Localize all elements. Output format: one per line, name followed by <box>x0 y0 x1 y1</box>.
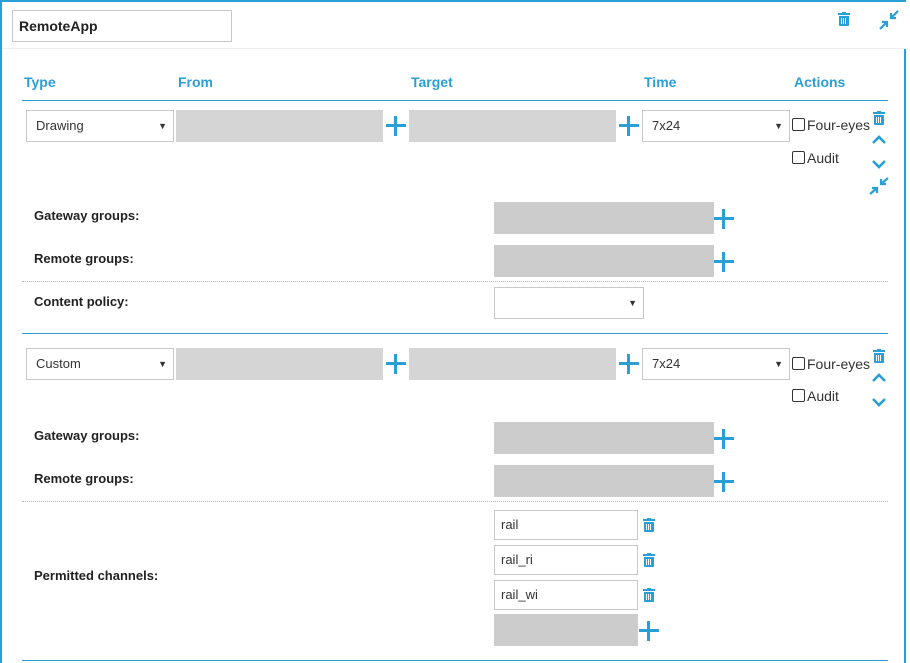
delete-channel-rail-wi-trash-icon[interactable] <box>643 588 655 602</box>
rule1-content-policy-select[interactable]: ▼ <box>494 287 644 319</box>
channel-input-rail-wi[interactable]: rail_wi <box>494 580 638 610</box>
rule1-content-policy-label: Content policy: <box>34 294 129 309</box>
rule1-add-remote-group-plus-icon[interactable] <box>714 252 734 272</box>
column-header-divider <box>22 100 888 101</box>
dropdown-arrow-icon: ▼ <box>774 359 783 369</box>
rule1-gateway-groups-label: Gateway groups: <box>34 208 140 223</box>
rule2-target-field[interactable] <box>409 348 616 380</box>
column-target: Target <box>411 74 453 90</box>
dropdown-arrow-icon: ▼ <box>774 121 783 131</box>
rule2-audit-checkbox[interactable]: Audit <box>792 388 839 404</box>
rule2-add-from-plus-icon[interactable] <box>386 354 406 374</box>
rule2-remote-groups-field[interactable] <box>494 465 714 497</box>
rule2-add-remote-group-plus-icon[interactable] <box>714 472 734 492</box>
collapse-policy-icon[interactable] <box>879 10 899 30</box>
rule2-gateway-groups-label: Gateway groups: <box>34 428 140 443</box>
policy-name-input[interactable] <box>12 10 232 42</box>
rule2-add-target-plus-icon[interactable] <box>619 354 639 374</box>
rule1-add-from-plus-icon[interactable] <box>386 116 406 136</box>
channel-input-rail-ri[interactable]: rail_ri <box>494 545 638 575</box>
rule1-remote-groups-label: Remote groups: <box>34 251 134 266</box>
rule-separator <box>22 333 888 334</box>
rule1-time-select[interactable]: 7x24 ▼ <box>642 110 790 142</box>
rule1-target-field[interactable] <box>409 110 616 142</box>
rule2-move-down-chevron-down-icon[interactable] <box>871 397 887 407</box>
rule1-move-up-chevron-up-icon[interactable] <box>871 135 887 145</box>
rule2-delete-trash-icon[interactable] <box>873 349 885 363</box>
rule1-four-eyes-checkbox[interactable]: Four-eyes <box>792 117 870 133</box>
rule1-from-field[interactable] <box>176 110 383 142</box>
rule2-type-select[interactable]: Custom ▼ <box>26 348 174 380</box>
rule1-remote-groups-field[interactable] <box>494 245 714 277</box>
dropdown-arrow-icon: ▼ <box>628 298 637 308</box>
rule2-divider <box>22 501 888 502</box>
rule2-bottom-divider <box>22 660 888 661</box>
column-actions: Actions <box>794 74 846 90</box>
add-channel-plus-icon[interactable] <box>639 621 659 641</box>
dropdown-arrow-icon: ▼ <box>158 359 167 369</box>
rule1-add-gateway-group-plus-icon[interactable] <box>714 209 734 229</box>
rule1-audit-checkbox[interactable]: Audit <box>792 150 839 166</box>
rule2-permitted-channels-label: Permitted channels: <box>34 568 159 583</box>
header-divider <box>2 48 906 49</box>
delete-channel-rail-trash-icon[interactable] <box>643 518 655 532</box>
rule2-gateway-groups-field[interactable] <box>494 422 714 454</box>
rule1-divider <box>22 281 888 282</box>
column-from: From <box>178 74 213 90</box>
rule1-add-target-plus-icon[interactable] <box>619 116 639 136</box>
new-channel-field[interactable] <box>494 614 638 646</box>
rule1-collapse-icon[interactable] <box>869 177 889 195</box>
rule2-remote-groups-label: Remote groups: <box>34 471 134 486</box>
rule2-add-gateway-group-plus-icon[interactable] <box>714 429 734 449</box>
column-time: Time <box>644 74 677 90</box>
rule2-four-eyes-checkbox[interactable]: Four-eyes <box>792 356 870 372</box>
dropdown-arrow-icon: ▼ <box>158 121 167 131</box>
column-type: Type <box>24 74 56 90</box>
rule2-time-select[interactable]: 7x24 ▼ <box>642 348 790 380</box>
rule2-move-up-chevron-up-icon[interactable] <box>871 373 887 383</box>
rule2-from-field[interactable] <box>176 348 383 380</box>
rule1-gateway-groups-field[interactable] <box>494 202 714 234</box>
rule1-type-select[interactable]: Drawing ▼ <box>26 110 174 142</box>
delete-policy-trash-icon[interactable] <box>838 12 850 26</box>
rule1-move-down-chevron-down-icon[interactable] <box>871 159 887 169</box>
channel-input-rail[interactable]: rail <box>494 510 638 540</box>
rule1-delete-trash-icon[interactable] <box>873 111 885 125</box>
delete-channel-rail-ri-trash-icon[interactable] <box>643 553 655 567</box>
